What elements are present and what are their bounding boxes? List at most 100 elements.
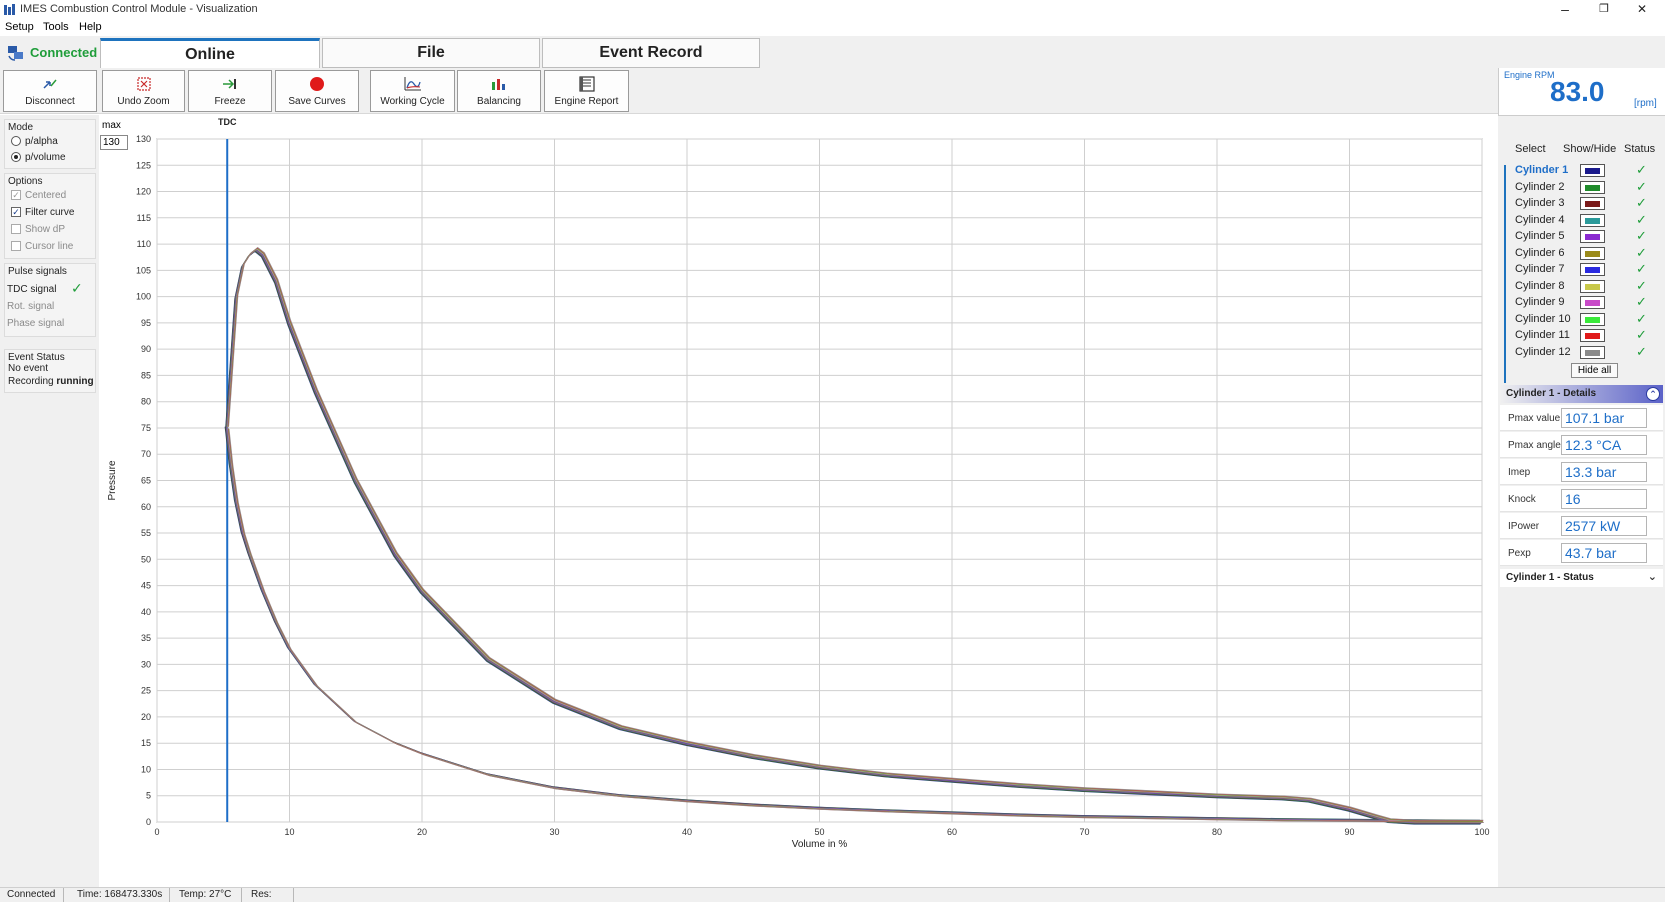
menu-setup[interactable]: Setup	[5, 21, 34, 33]
option-filter-curve[interactable]: ✓ Filter curve	[11, 207, 74, 218]
status-section-header[interactable]: Cylinder 1 - Status ⌄	[1500, 569, 1663, 587]
cylinder-name[interactable]: Cylinder 10	[1515, 313, 1571, 325]
y-tick-label: 125	[136, 160, 151, 170]
x-tick-label: 100	[1474, 827, 1489, 837]
cylinder-color-swatch	[1585, 168, 1600, 174]
cylinder-color-toggle[interactable]	[1580, 213, 1605, 227]
radio-p-alpha[interactable]	[11, 136, 21, 147]
option-show-dp[interactable]: Show dP	[11, 224, 65, 235]
undo-zoom-button[interactable]: Undo Zoom	[102, 70, 185, 112]
cylinder-row[interactable]: Cylinder 2 ✓	[1510, 179, 1660, 196]
cylinder-row[interactable]: Cylinder 3 ✓	[1510, 195, 1660, 212]
cylinder-name[interactable]: Cylinder 3	[1515, 197, 1565, 209]
centered-checkbox[interactable]: ✓	[11, 190, 21, 201]
cylinder-row[interactable]: Cylinder 12 ✓	[1510, 344, 1660, 361]
cylinder-color-swatch	[1585, 316, 1600, 323]
cursor-line-checkbox[interactable]	[11, 241, 21, 252]
cylinder-name[interactable]: Cylinder 7	[1515, 263, 1565, 275]
undo-zoom-icon	[136, 77, 151, 91]
cylinder-row[interactable]: Cylinder 8 ✓	[1510, 278, 1660, 295]
pulse-signals-group: Pulse signals TDC signal ✓ Rot. signal P…	[4, 263, 96, 337]
engine-report-button[interactable]: Engine Report	[544, 70, 629, 112]
cylinder-color-toggle[interactable]	[1580, 312, 1605, 326]
cylinder-name[interactable]: Cylinder 11	[1515, 329, 1570, 341]
cylinder-row[interactable]: Cylinder 4 ✓	[1510, 212, 1660, 229]
balancing-label: Balancing	[477, 96, 521, 107]
option-centered[interactable]: ✓ Centered	[11, 190, 66, 201]
menu-tools[interactable]: Tools	[43, 21, 69, 33]
disconnect-button[interactable]: Disconnect	[3, 70, 97, 112]
cylinder-row[interactable]: Cylinder 11 ✓	[1510, 327, 1660, 344]
collapse-up-icon[interactable]: ⌃	[1646, 387, 1660, 401]
show-dp-checkbox[interactable]	[11, 224, 21, 235]
y-tick-label: 45	[141, 581, 151, 591]
close-button[interactable]: ✕	[1622, 0, 1662, 20]
y-tick-label: 5	[146, 791, 151, 801]
tab-online[interactable]: Online	[100, 38, 320, 70]
status-ok-icon: ✓	[1636, 294, 1647, 309]
cylinder-name[interactable]: Cylinder 2	[1515, 181, 1565, 193]
radio-p-volume[interactable]	[11, 152, 21, 163]
cylinder-name[interactable]: Cylinder 5	[1515, 230, 1565, 242]
cylinder-color-toggle[interactable]	[1580, 164, 1605, 177]
cylinder-color-toggle[interactable]	[1580, 246, 1605, 260]
menu-help[interactable]: Help	[79, 21, 102, 33]
chevron-down-icon[interactable]: ⌄	[1648, 570, 1657, 583]
cylinder-row[interactable]: Cylinder 6 ✓	[1510, 245, 1660, 262]
filter-curve-checkbox[interactable]: ✓	[11, 207, 21, 218]
cylinder-color-swatch	[1585, 250, 1600, 257]
status-header: Status	[1624, 143, 1656, 155]
cylinder-row[interactable]: Cylinder 9 ✓	[1510, 294, 1660, 311]
working-cycle-label: Working Cycle	[380, 96, 445, 107]
cylinder-name[interactable]: Cylinder 12	[1515, 346, 1571, 358]
undo-zoom-label: Undo Zoom	[117, 96, 170, 107]
cylinder-row[interactable]: Cylinder 7 ✓	[1510, 261, 1660, 278]
cylinder-name[interactable]: Cylinder 9	[1515, 296, 1565, 308]
option-show-dp-label: Show dP	[25, 224, 66, 235]
cylinder-color-toggle[interactable]	[1580, 230, 1605, 243]
working-cycle-button[interactable]: Working Cycle	[370, 70, 455, 112]
x-tick-label: 30	[549, 827, 559, 837]
detail-label: IPower	[1508, 521, 1540, 532]
cylinder-color-toggle[interactable]	[1580, 296, 1605, 309]
option-cursor-line[interactable]: Cursor line	[11, 241, 73, 252]
cylinder-row[interactable]: Cylinder 1 ✓	[1510, 162, 1660, 179]
minimize-button[interactable]: –	[1545, 0, 1585, 20]
cylinder-name[interactable]: Cylinder 4	[1515, 214, 1565, 226]
tab-event-record[interactable]: Event Record	[542, 38, 760, 68]
cylinder-row[interactable]: Cylinder 10 ✓	[1510, 311, 1660, 328]
detail-label: Pexp	[1508, 548, 1531, 559]
cylinder-color-swatch	[1585, 267, 1600, 273]
cylinder-color-toggle[interactable]	[1580, 345, 1605, 359]
cylinder-color-toggle[interactable]	[1580, 197, 1605, 210]
maximize-button[interactable]: ❐	[1584, 0, 1624, 20]
save-curves-button[interactable]: Save Curves	[275, 70, 359, 112]
y-tick-label: 115	[137, 213, 151, 223]
cylinder-name[interactable]: Cylinder 8	[1515, 280, 1565, 292]
cylinder-name[interactable]: Cylinder 1	[1515, 164, 1568, 176]
max-input[interactable]	[100, 135, 128, 150]
mode-p-alpha-label: p/alpha	[25, 136, 58, 147]
cylinder-color-toggle[interactable]	[1580, 329, 1605, 342]
details-header[interactable]: Cylinder 1 - Details ⌃	[1500, 385, 1663, 403]
tab-file[interactable]: File	[322, 38, 540, 68]
y-tick-label: 65	[141, 476, 151, 486]
y-tick-label: 105	[136, 265, 151, 275]
mode-p-volume[interactable]: p/volume	[11, 152, 66, 163]
y-tick-label: 110	[137, 239, 151, 249]
cylinder-name[interactable]: Cylinder 6	[1515, 247, 1565, 259]
x-tick-label: 70	[1079, 827, 1089, 837]
pv-chart[interactable]: 0 5 10 15 20 25 30 35 40 45 50 55 60 65 70 75 80 85 90 95 10…	[100, 115, 1498, 887]
cylinder-color-toggle[interactable]	[1580, 279, 1605, 293]
mode-p-alpha[interactable]: p/alpha	[11, 136, 58, 147]
detail-value: 2577 kW	[1561, 516, 1647, 536]
cylinder-color-toggle[interactable]	[1580, 263, 1605, 276]
y-tick-label: 130	[136, 134, 151, 144]
cylinder-color-toggle[interactable]	[1580, 180, 1605, 194]
cylinder-row[interactable]: Cylinder 5 ✓	[1510, 228, 1660, 245]
y-tick-label: 75	[141, 423, 151, 433]
freeze-button[interactable]: Freeze	[188, 70, 272, 112]
balancing-button[interactable]: Balancing	[457, 70, 541, 112]
y-tick-label: 90	[141, 344, 151, 354]
hide-all-button[interactable]: Hide all	[1571, 363, 1618, 378]
